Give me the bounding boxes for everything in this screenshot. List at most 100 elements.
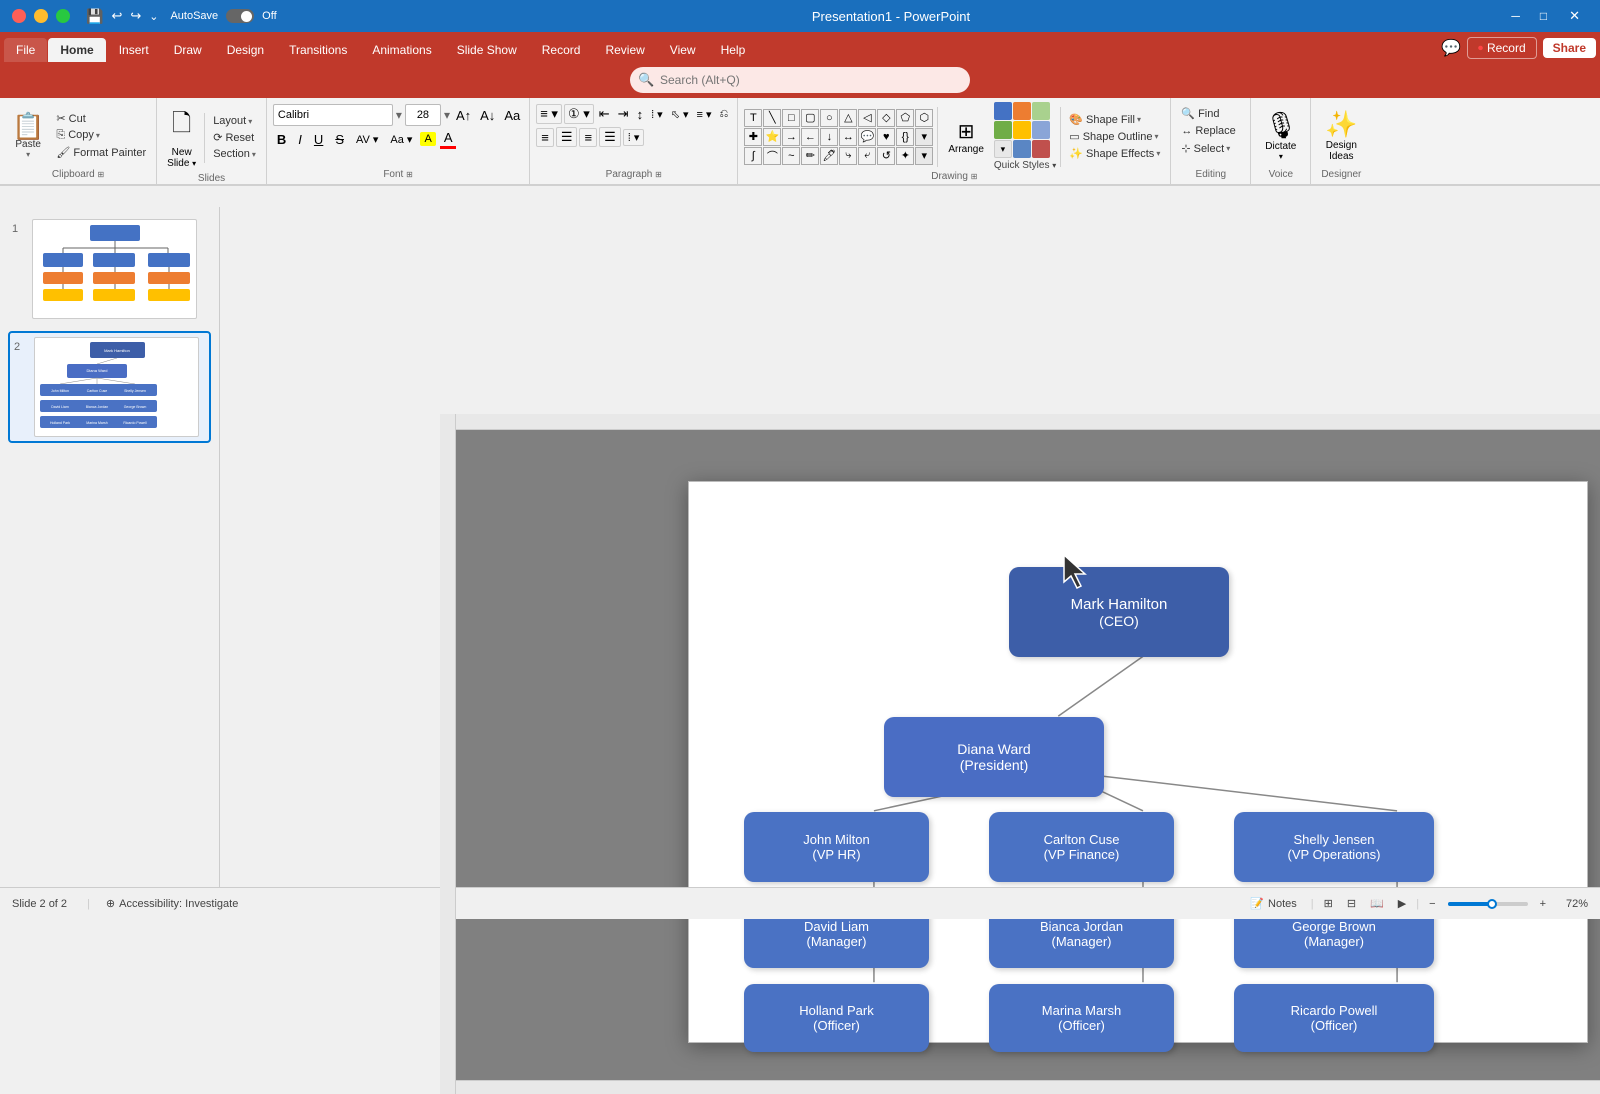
text-box-shape[interactable]: T	[744, 109, 762, 127]
tab-animations[interactable]: Animations	[360, 38, 443, 62]
char-spacing-btn[interactable]: AV ▾	[352, 132, 382, 147]
copy-button[interactable]: ⎘ Copy ▾	[52, 128, 150, 143]
slide-thumb-2[interactable]: 2 Mark Hamilton Diana Ward John Milton	[8, 331, 211, 443]
select-button[interactable]: ⊹ Select ▾	[1177, 141, 1244, 156]
clear-format-btn[interactable]: Aa	[501, 107, 523, 124]
maximize-traffic-light[interactable]	[56, 9, 70, 23]
align-right-btn[interactable]: ≡	[579, 128, 597, 147]
org-box-officer-1[interactable]: Holland Park (Officer)	[744, 984, 929, 1052]
close-btn[interactable]: ✕	[1561, 6, 1588, 26]
autosave-toggle[interactable]	[226, 9, 254, 23]
format-painter-button[interactable]: 🖌 Format Painter	[52, 145, 150, 160]
connector-shape[interactable]: ⤷	[839, 147, 857, 165]
strikethrough-btn[interactable]: S	[331, 131, 348, 148]
accessibility-status[interactable]: ⊕ Accessibility: Investigate	[106, 897, 238, 910]
comment-icon[interactable]: 💬	[1441, 38, 1461, 58]
zoom-level[interactable]: 72%	[1556, 898, 1588, 910]
larrow-shape[interactable]: ←	[801, 128, 819, 146]
save-icon[interactable]: 💾	[86, 8, 103, 25]
more-shapes-btn[interactable]: ▾	[915, 128, 933, 146]
cut-button[interactable]: ✂ Cut	[52, 111, 150, 126]
rtriangle-shape[interactable]: ◁	[858, 109, 876, 127]
italic-btn[interactable]: I	[294, 131, 306, 148]
arrange-button[interactable]: ⊞ Arrange	[942, 115, 990, 159]
oval-shape[interactable]: ○	[820, 109, 838, 127]
tab-view[interactable]: View	[658, 38, 708, 62]
brace-shape[interactable]: {}	[896, 128, 914, 146]
org-box-vp-ops[interactable]: Shelly Jensen (VP Operations)	[1234, 812, 1434, 882]
org-box-vp-hr[interactable]: John Milton (VP HR)	[744, 812, 929, 882]
collapse-ribbon-btn[interactable]: ─	[1505, 7, 1526, 25]
dictate-button[interactable]: 🎙 Dictate ▾	[1260, 106, 1301, 165]
tab-slideshow[interactable]: Slide Show	[445, 38, 529, 62]
org-box-officer-3[interactable]: Ricardo Powell (Officer)	[1234, 984, 1434, 1052]
new-slide-button[interactable]: 🗋 New Slide ▾	[163, 102, 200, 173]
tab-home[interactable]: Home	[48, 38, 105, 62]
connector2-shape[interactable]: ⤶	[858, 147, 876, 165]
star5-shape[interactable]: ⭐	[763, 128, 781, 146]
shapes-more2[interactable]: ▾	[915, 147, 933, 165]
text-direction-btn[interactable]: ⬁ ▾	[668, 107, 692, 122]
view-normal-btn[interactable]: ⊞	[1320, 895, 1337, 912]
align-center-btn[interactable]: ☰	[556, 127, 578, 147]
org-box-president[interactable]: Diana Ward (President)	[884, 717, 1104, 797]
heart-shape[interactable]: ♥	[877, 128, 895, 146]
design-ideas-button[interactable]: ✨ DesignIdeas	[1321, 105, 1361, 166]
text-case-btn[interactable]: Aa ▾	[386, 132, 416, 147]
line-shape[interactable]: ╲	[763, 109, 781, 127]
numbering-btn[interactable]: ① ▾	[564, 104, 594, 124]
org-box-officer-2[interactable]: Marina Marsh (Officer)	[989, 984, 1174, 1052]
redo-icon[interactable]: ↪	[130, 8, 141, 24]
align-left-btn[interactable]: ≡	[536, 128, 554, 147]
rect-shape[interactable]: □	[782, 109, 800, 127]
wave-shape[interactable]: ~	[782, 147, 800, 165]
col-btn2[interactable]: ⁞ ▾	[623, 129, 645, 146]
zoom-in-btn[interactable]: +	[1536, 896, 1550, 912]
org-box-vp-finance[interactable]: Carlton Cuse (VP Finance)	[989, 812, 1174, 882]
font-color-btn[interactable]: A	[440, 129, 457, 149]
tab-help[interactable]: Help	[709, 38, 758, 62]
indent-less-btn[interactable]: ⇤	[596, 105, 613, 123]
replace-button[interactable]: ↔ Replace	[1177, 124, 1244, 138]
shape-fill-button[interactable]: 🎨 Shape Fill ▾	[1065, 112, 1164, 127]
zoom-slider[interactable]	[1448, 902, 1528, 906]
diamond-shape[interactable]: ◇	[877, 109, 895, 127]
customize-icon[interactable]: ⌄	[149, 10, 158, 23]
freeform2-shape[interactable]: 🖊	[820, 147, 838, 165]
view-slideshow-btn[interactable]: ▶	[1394, 895, 1410, 912]
smart-art-btn[interactable]: ⎌	[717, 107, 732, 122]
paste-button[interactable]: 📋 Paste ▾	[6, 109, 50, 163]
dblarrow-shape[interactable]: ↔	[839, 128, 857, 146]
shape-outline-button[interactable]: ▭ Shape Outline ▾	[1065, 129, 1164, 144]
callout-shape[interactable]: 💬	[858, 128, 876, 146]
bullets-btn[interactable]: ≡ ▾	[536, 104, 562, 124]
record-button[interactable]: ⏺ Record	[1467, 37, 1537, 59]
highlight-btn[interactable]: A	[420, 132, 435, 146]
minimize-btn[interactable]: □	[1534, 7, 1553, 25]
view-reading-btn[interactable]: 📖	[1366, 895, 1388, 912]
triangle-shape[interactable]: △	[839, 109, 857, 127]
tab-transitions[interactable]: Transitions	[277, 38, 359, 62]
minimize-traffic-light[interactable]	[34, 9, 48, 23]
decrease-font-btn[interactable]: A↓	[477, 107, 498, 124]
tab-draw[interactable]: Draw	[162, 38, 214, 62]
org-box-ceo[interactable]: Mark Hamilton (CEO)	[1009, 567, 1229, 657]
arrow-shape[interactable]: →	[782, 128, 800, 146]
tab-insert[interactable]: Insert	[107, 38, 161, 62]
tab-file[interactable]: File	[4, 38, 47, 62]
shape-effects-button[interactable]: ✨ Shape Effects ▾	[1065, 146, 1164, 161]
arc-shape[interactable]: ⌒	[763, 147, 781, 165]
tab-record[interactable]: Record	[530, 38, 593, 62]
section-button[interactable]: Section ▾	[209, 147, 260, 161]
justify-btn[interactable]: ☰	[599, 127, 621, 147]
slide-canvas[interactable]: Mark Hamilton (CEO) Diana Ward (Presiden…	[688, 481, 1588, 1043]
hexa-shape[interactable]: ⬡	[915, 109, 933, 127]
connector3-shape[interactable]: ↺	[877, 147, 895, 165]
penta-shape[interactable]: ⬠	[896, 109, 914, 127]
font-family-input[interactable]	[273, 104, 393, 126]
tab-review[interactable]: Review	[593, 38, 656, 62]
layout-button[interactable]: Layout ▾	[209, 114, 260, 128]
share-button[interactable]: Share	[1543, 38, 1596, 58]
darrow-shape[interactable]: ↓	[820, 128, 838, 146]
search-input[interactable]	[630, 67, 970, 93]
